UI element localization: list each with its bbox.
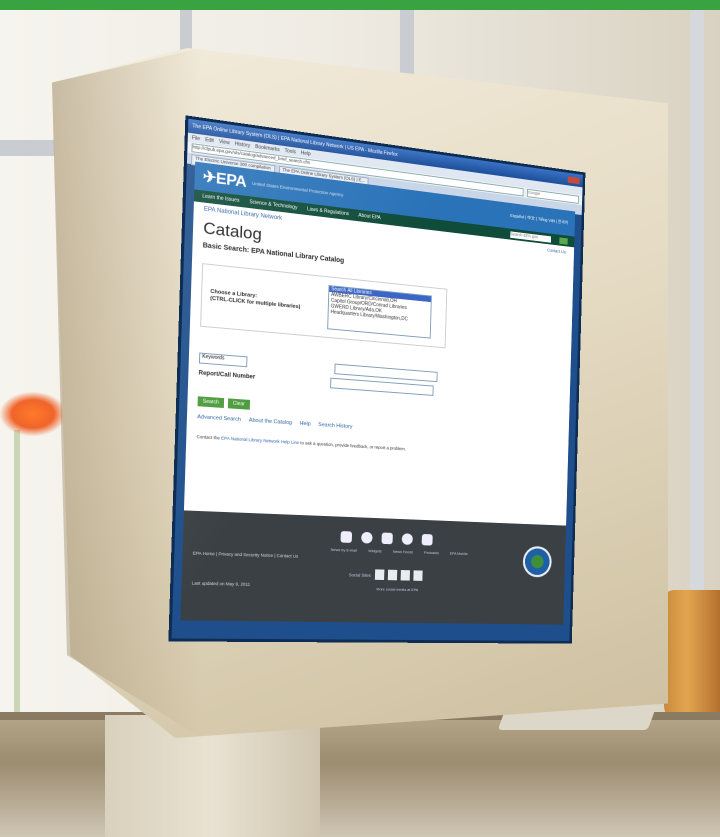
close-icon[interactable] xyxy=(567,175,580,184)
last-updated: Last updated on May 9, 2011 xyxy=(191,580,251,587)
report-label: Report/Call Number xyxy=(198,369,256,381)
contact-prefix: Contact the xyxy=(196,434,222,441)
language-links[interactable]: Español | 中文 | Tiếng Việt | 한국어 xyxy=(510,213,568,226)
coffee-cup xyxy=(664,590,720,720)
menu-tools[interactable]: Tools xyxy=(284,148,296,155)
clear-button[interactable]: Clear xyxy=(227,398,250,410)
library-chooser: Choose a Library: (CTRL-CLICK for multip… xyxy=(200,263,448,349)
podcast-icon[interactable] xyxy=(401,533,413,545)
menu-view[interactable]: View xyxy=(219,138,230,145)
caption-email: News by E-mail xyxy=(330,547,358,553)
epa-seal-icon xyxy=(522,545,553,578)
help-line-link[interactable]: EPA National Library Network Help Line xyxy=(221,436,299,446)
caption-feeds: News Feeds xyxy=(392,549,414,555)
catalog-content: EPA National Library Network Contact Us … xyxy=(186,201,574,464)
window-frame xyxy=(690,10,704,660)
about-catalog-link[interactable]: About the Catalog xyxy=(249,418,292,427)
epa-logo[interactable]: ✈EPA xyxy=(203,167,247,192)
search-button[interactable]: Search xyxy=(197,396,224,408)
footer-links[interactable]: EPA Home | Privacy and Security Notice |… xyxy=(193,551,299,559)
caption-widgets: Widgets xyxy=(368,548,382,554)
search-go-button[interactable] xyxy=(559,236,568,245)
orange-flower xyxy=(0,392,66,436)
more-social-link[interactable]: More social media at EPA xyxy=(376,587,418,593)
agency-name: United States Environmental Protection A… xyxy=(252,180,344,197)
window-frame xyxy=(0,140,60,156)
social-label: Social Sites xyxy=(348,572,371,578)
advanced-search-link[interactable]: Advanced Search xyxy=(197,414,241,423)
youtube-icon[interactable] xyxy=(387,569,398,581)
caption-mobile: EPA Mobile xyxy=(449,550,468,556)
social-icon-row xyxy=(374,569,423,581)
menu-file[interactable]: File xyxy=(192,135,200,142)
library-listbox[interactable]: Search All Libraries AWBERC Library/Cinc… xyxy=(327,285,432,339)
epa-page: ✈EPA United States Environmental Protect… xyxy=(180,161,576,625)
mobile-icon[interactable] xyxy=(421,533,433,546)
menu-edit[interactable]: Edit xyxy=(205,137,214,144)
contact-us-link[interactable]: Contact Us xyxy=(547,248,566,256)
browser-window: The EPA Online Library System (OLS) | EP… xyxy=(171,118,583,641)
email-icon[interactable] xyxy=(340,531,353,543)
flickr-icon[interactable] xyxy=(413,570,423,581)
caption-podcasts: Podcasts xyxy=(424,549,439,556)
footer-icon-row xyxy=(340,531,433,546)
help-link[interactable]: Help xyxy=(300,421,311,428)
green-top-band xyxy=(0,0,720,10)
twitter-icon[interactable] xyxy=(400,570,411,581)
library-label: Choose a Library: (CTRL-CLICK for multip… xyxy=(210,288,301,311)
epa-footer: News by E-mail Widgets News Feeds Podcas… xyxy=(180,510,567,625)
rss-icon[interactable] xyxy=(381,532,393,545)
facebook-icon[interactable] xyxy=(374,569,385,581)
footer-icon-captions: News by E-mail Widgets News Feeds Podcas… xyxy=(331,547,468,556)
search-history-link[interactable]: Search History xyxy=(318,422,352,430)
contact-suffix: to ask a question, provide feedback, or … xyxy=(299,440,407,452)
keyword-select[interactable]: Keywords xyxy=(198,352,248,368)
nav-about[interactable]: About EPA xyxy=(358,213,381,221)
monitor-screen: The EPA Online Library System (OLS) | EP… xyxy=(171,118,620,648)
widgets-icon[interactable] xyxy=(361,531,373,544)
menu-help[interactable]: Help xyxy=(301,150,311,157)
